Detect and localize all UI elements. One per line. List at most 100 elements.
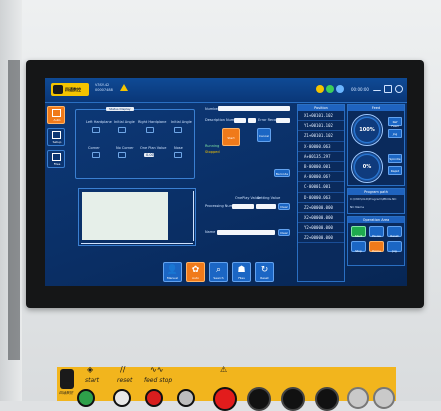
- background-pillar: [8, 60, 20, 360]
- program-sub-label: NC Name: [350, 205, 365, 209]
- coord-row: Y2+00000.000: [298, 223, 344, 234]
- toolbar-label: Auto: [192, 276, 199, 280]
- play-button[interactable]: Start: [351, 226, 366, 238]
- coord-row: Y1+00101.102: [298, 121, 344, 132]
- program-path-value: C:\CNC\OLD\Program\PROG.NC: [350, 197, 397, 201]
- selector-knob[interactable]: [177, 389, 195, 407]
- pause-button[interactable]: Pause: [369, 226, 384, 238]
- bottom-toolbar: 👤 Manual ✿ Auto ⌕ Search ☗ Files ↻ Reset: [163, 262, 274, 282]
- value-box-text: 0.00: [146, 153, 154, 157]
- running-label: Running: [205, 144, 220, 148]
- search-button[interactable]: ⌕ Search: [209, 262, 228, 282]
- coord-row: A+00135.297: [298, 152, 344, 162]
- files-button[interactable]: ☗ Files: [232, 262, 251, 282]
- reset-label: reset: [117, 377, 133, 384]
- name-label: Name: [205, 230, 216, 234]
- reset-knob[interactable]: [113, 389, 131, 407]
- stop-op-button[interactable]: Stop: [351, 241, 366, 253]
- minimize-icon[interactable]: [373, 85, 381, 91]
- toolbar-label: Manual: [167, 276, 178, 280]
- start-button[interactable]: Start: [222, 128, 240, 146]
- coord-row: Z2+00000.000: [298, 203, 344, 213]
- barcode-button[interactable]: Barcode: [274, 169, 290, 177]
- spindle-gauge-value: 0%: [362, 164, 372, 170]
- start-label: start: [85, 377, 99, 384]
- logo-mark-icon: [53, 85, 63, 94]
- reset-button[interactable]: ↻ Reset: [255, 262, 274, 282]
- auto-run-button[interactable]: ✿ Auto: [186, 262, 205, 282]
- power-icon[interactable]: [395, 85, 403, 93]
- reset-icon: ↻: [260, 265, 269, 275]
- operation-panel: Operation Area Start Pause Reset Stop Ho…: [347, 216, 405, 266]
- clear-button[interactable]: Clear: [278, 203, 290, 210]
- error-input[interactable]: [276, 118, 290, 123]
- sidebar: Auto Setup Files: [47, 106, 67, 172]
- sidebar-item-label: Setup: [52, 140, 62, 144]
- clear-name-button-label: Clear: [280, 231, 288, 235]
- grey-button-1[interactable]: [347, 387, 369, 409]
- search-icon: ⌕: [215, 265, 222, 275]
- device-info: V3SY-42 00007488: [95, 83, 113, 93]
- control-strip: ◈ start // reset ∿∿ feed stop ⚠ 四通数控: [57, 365, 396, 411]
- sidebar-item-auto[interactable]: Auto: [47, 106, 65, 124]
- start-symbol-icon: ◈: [87, 365, 94, 374]
- sidebar-item-files[interactable]: Files: [47, 150, 65, 168]
- clear-name-button[interactable]: Clear: [278, 229, 290, 236]
- jog-button[interactable]: Jog: [388, 129, 402, 138]
- emergency-stop-knob[interactable]: [213, 387, 237, 411]
- description-input[interactable]: [234, 118, 246, 123]
- start-knob[interactable]: [77, 389, 95, 407]
- rapid-button[interactable]: Rapid: [388, 166, 402, 175]
- op-label: Pause: [372, 234, 381, 238]
- setting-input[interactable]: [256, 204, 276, 209]
- key-switch-2[interactable]: [281, 387, 305, 411]
- status-yellow-icon: [316, 85, 324, 93]
- key-switch-1[interactable]: [247, 387, 271, 411]
- sidebar-item-label: Files: [53, 162, 61, 166]
- right-panel: Feed 100% 0% Ref Feed Jog Spindle Rapid …: [347, 104, 405, 282]
- sidebar-item-setup[interactable]: Setup: [47, 128, 65, 146]
- warning-icon[interactable]: [120, 84, 128, 91]
- feed-gauge-panel: Feed 100% 0% Ref Feed Jog Spindle Rapid: [347, 104, 405, 186]
- key-switch-3[interactable]: [315, 387, 339, 411]
- description-input-2[interactable]: [248, 118, 256, 123]
- rapid-label: Rapid: [390, 169, 400, 173]
- grey-button-2[interactable]: [373, 387, 395, 409]
- feed-stop-knob[interactable]: [145, 389, 163, 407]
- ruler-vertical: [193, 191, 194, 241]
- op-label: Start: [354, 234, 363, 238]
- oneplay-input[interactable]: [232, 204, 254, 209]
- strip-brand: 四通数控: [59, 391, 73, 395]
- preview-canvas[interactable]: [82, 192, 168, 240]
- auto-run-icon: ✿: [191, 265, 200, 275]
- status-indicators: [316, 85, 344, 93]
- ref-feed-button[interactable]: Ref Feed: [388, 117, 402, 128]
- person-icon: 👤: [166, 265, 179, 275]
- feed-gauge[interactable]: 100%: [351, 114, 383, 146]
- lamp-2: [118, 127, 126, 133]
- program-path-header: Program path: [348, 189, 404, 195]
- home-button[interactable]: Home: [369, 241, 384, 253]
- op-label: Home: [372, 249, 381, 253]
- status-blue-icon: [336, 85, 344, 93]
- barcode-button-label: Barcode: [275, 172, 289, 176]
- warning-symbol-icon: ⚠: [220, 365, 228, 374]
- manual-button[interactable]: 👤 Manual: [163, 262, 182, 282]
- spindle-gauge[interactable]: 0%: [351, 151, 383, 183]
- reset-op-button[interactable]: Reset: [387, 226, 402, 238]
- name-input[interactable]: [217, 230, 275, 235]
- status-panel-tab[interactable]: Status Display: [106, 107, 134, 111]
- feed-gauge-value: 100%: [359, 127, 375, 133]
- lamp-label-3: Right Hardplane: [138, 120, 167, 124]
- maximize-icon[interactable]: [384, 85, 392, 93]
- cancel-button[interactable]: Cancel: [257, 128, 271, 142]
- feed-gauge-header: Feed: [348, 105, 404, 111]
- coord-row: X2+00000.000: [298, 213, 344, 224]
- number-input[interactable]: [218, 106, 290, 111]
- reset-symbol-icon: //: [120, 365, 126, 374]
- coord-row: X1+00101.102: [298, 111, 344, 122]
- device-line-2: 00007488: [95, 88, 113, 92]
- coord-row: Z2+00000.000: [298, 233, 344, 244]
- spindle-button[interactable]: Spindle: [388, 154, 402, 163]
- jog-op-button[interactable]: Jog: [387, 241, 402, 253]
